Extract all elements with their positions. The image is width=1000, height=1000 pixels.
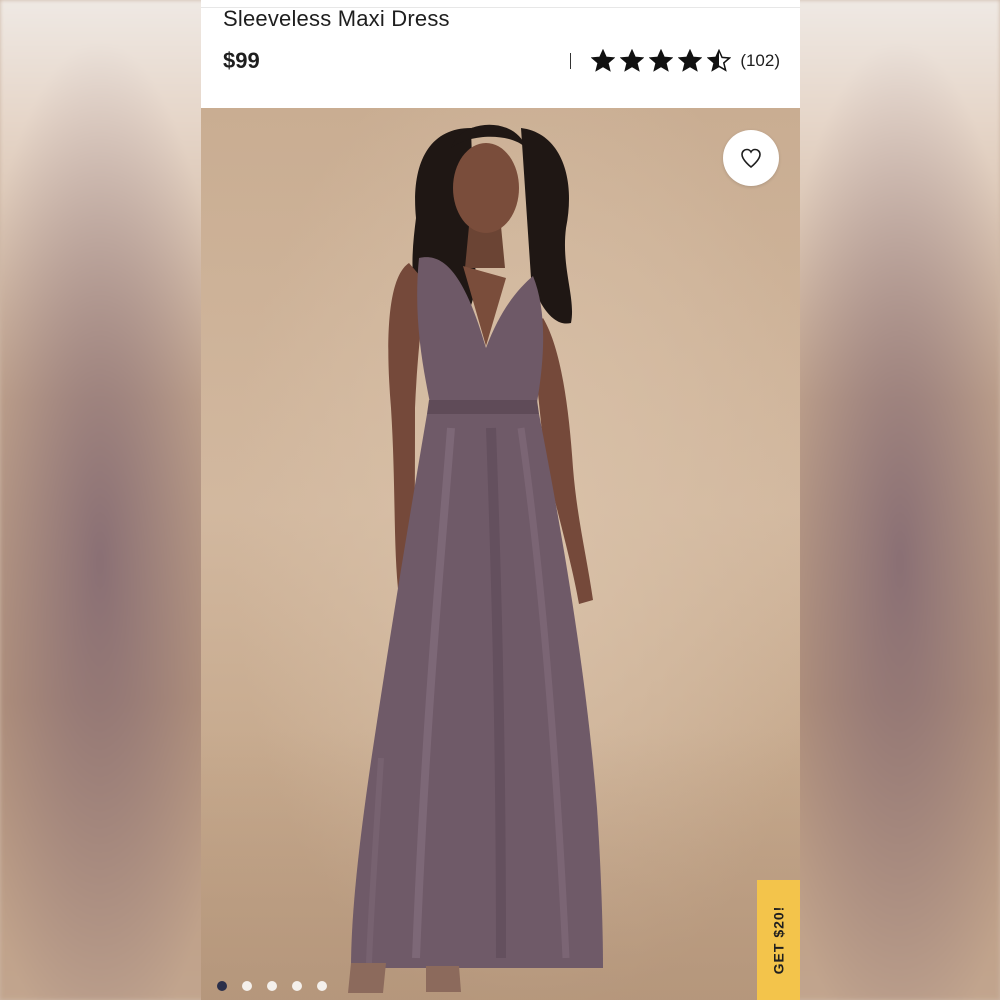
promo-tab[interactable]: GET $20! [757, 880, 800, 1000]
carousel-dot[interactable] [267, 981, 277, 991]
rating-stars [591, 49, 732, 73]
product-title: Sleeveless Maxi Dress [223, 6, 450, 31]
product-page: Sleeveless Maxi Dress $99 (102) GET $20! [201, 0, 800, 1000]
star-full-icon [649, 49, 674, 72]
star-full-icon [591, 49, 616, 72]
review-count[interactable]: (102) [740, 51, 780, 71]
carousel-dot[interactable] [242, 981, 252, 991]
carousel-indicators [217, 981, 327, 991]
carousel-dot[interactable] [317, 981, 327, 991]
star-full-icon [620, 49, 645, 72]
model-photo [348, 124, 603, 993]
rating-divider [570, 53, 572, 69]
promo-label: GET $20! [770, 905, 787, 975]
heart-icon [741, 148, 761, 169]
product-image[interactable]: GET $20! [201, 108, 800, 1000]
product-price: $99 [223, 48, 260, 73]
carousel-dot[interactable] [292, 981, 302, 991]
star-full-icon [678, 49, 703, 72]
product-rating[interactable]: (102) [570, 47, 780, 75]
star-half-icon [707, 49, 732, 72]
favorite-button[interactable] [723, 130, 779, 186]
carousel-dot[interactable] [217, 981, 227, 991]
